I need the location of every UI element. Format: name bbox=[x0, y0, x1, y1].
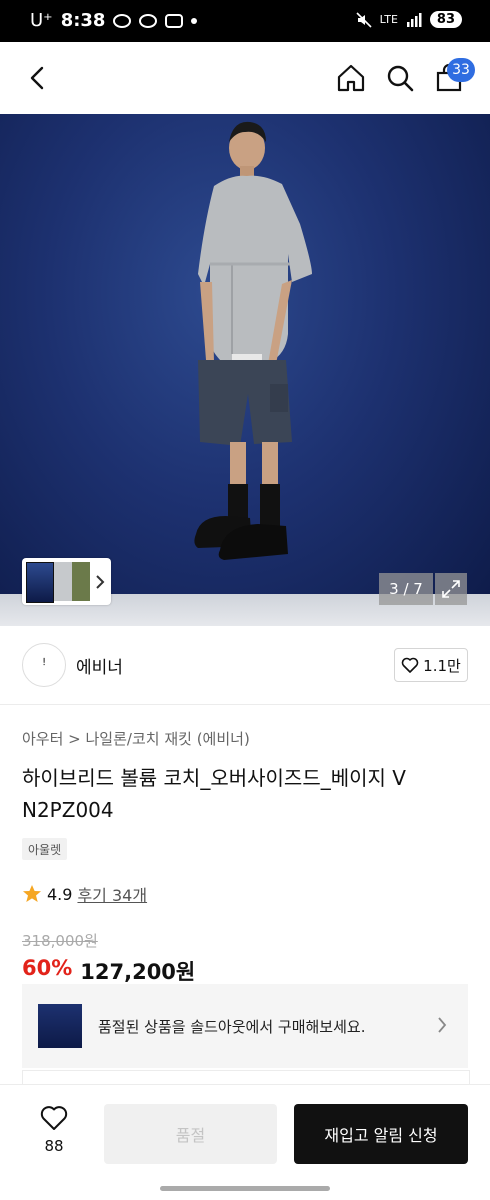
heart-icon bbox=[40, 1106, 68, 1130]
cart-count-badge: 33 bbox=[447, 58, 475, 82]
banner-text: 품절된 상품을 솔드아웃에서 구매해보세요. bbox=[98, 1018, 366, 1036]
soldout-button: 품절 bbox=[104, 1104, 277, 1164]
network-label: LTE bbox=[379, 13, 398, 26]
star-icon bbox=[23, 885, 41, 902]
content-divider bbox=[22, 1070, 470, 1085]
brand-like-count: 1.1만 bbox=[423, 656, 461, 675]
signal-icon bbox=[406, 12, 422, 27]
review-link[interactable]: 후기 34개 bbox=[77, 882, 147, 906]
bottom-action-bar: 88 품절 재입고 알림 신청 bbox=[0, 1084, 490, 1181]
brand-name[interactable]: 에비너 bbox=[76, 653, 123, 678]
chevron-right-icon[interactable] bbox=[93, 574, 107, 590]
heart-icon bbox=[401, 657, 419, 673]
home-indicator[interactable] bbox=[160, 1186, 330, 1191]
home-icon bbox=[337, 64, 365, 92]
wishlist-button[interactable]: 88 bbox=[22, 1105, 86, 1155]
brand-logo-glyph: ꜝ bbox=[41, 654, 47, 676]
original-price: 318,000원 bbox=[22, 932, 98, 950]
image-counter: 3 / 7 bbox=[379, 573, 433, 605]
rating-row[interactable]: 4.9 후기 34개 bbox=[22, 882, 147, 906]
product-image[interactable] bbox=[0, 114, 490, 626]
rating-value: 4.9 bbox=[47, 884, 73, 904]
model-figure bbox=[194, 121, 312, 560]
search-button[interactable] bbox=[382, 60, 418, 96]
sale-price: 127,200원 bbox=[80, 960, 196, 984]
battery-indicator: 83 bbox=[429, 11, 462, 28]
brand-logo[interactable]: ꜝ bbox=[22, 643, 66, 687]
banner-thumbnail bbox=[38, 1004, 82, 1048]
restock-alert-button[interactable]: 재입고 알림 신청 bbox=[294, 1104, 468, 1164]
brand-row: ꜝ 에비너 1.1만 bbox=[0, 626, 490, 705]
home-button[interactable] bbox=[333, 60, 369, 96]
brand-like-button[interactable]: 1.1만 bbox=[394, 648, 468, 682]
message-icon bbox=[113, 13, 132, 28]
thumbnail-3[interactable] bbox=[72, 562, 90, 601]
back-button[interactable] bbox=[20, 60, 56, 96]
expand-icon bbox=[442, 580, 460, 598]
status-bar: U⁺ 8:38 LTE 83 bbox=[0, 0, 490, 42]
thumbnail-1[interactable] bbox=[26, 562, 54, 603]
fullscreen-button[interactable] bbox=[435, 573, 467, 605]
screenshot-icon bbox=[165, 13, 184, 28]
thumbnail-strip[interactable] bbox=[22, 558, 111, 605]
sale-price-row: 60% 127,200원 bbox=[22, 956, 195, 986]
top-navigation bbox=[0, 42, 490, 114]
clock: 8:38 bbox=[60, 10, 106, 31]
soldout-banner[interactable]: 품절된 상품을 솔드아웃에서 구매해보세요. bbox=[22, 984, 468, 1068]
chevron-right-icon bbox=[438, 1017, 447, 1033]
gesture-bar bbox=[0, 1180, 490, 1200]
wishlist-count: 88 bbox=[44, 1137, 64, 1155]
breadcrumb[interactable]: 아우터 > 나일론/코치 재킷 (에비너) bbox=[22, 728, 250, 749]
notification-dot-icon bbox=[191, 17, 198, 24]
mute-icon bbox=[356, 11, 372, 28]
product-title: 하이브리드 볼륨 코치_오버사이즈드_베이지 V N2PZ004 bbox=[22, 766, 406, 822]
carrier-label: U⁺ bbox=[30, 10, 53, 31]
chevron-left-icon bbox=[30, 66, 44, 90]
discount-rate: 60% bbox=[22, 956, 73, 980]
chat-icon bbox=[139, 13, 158, 28]
outlet-tag: 아울렛 bbox=[22, 838, 68, 860]
search-icon bbox=[387, 65, 414, 92]
